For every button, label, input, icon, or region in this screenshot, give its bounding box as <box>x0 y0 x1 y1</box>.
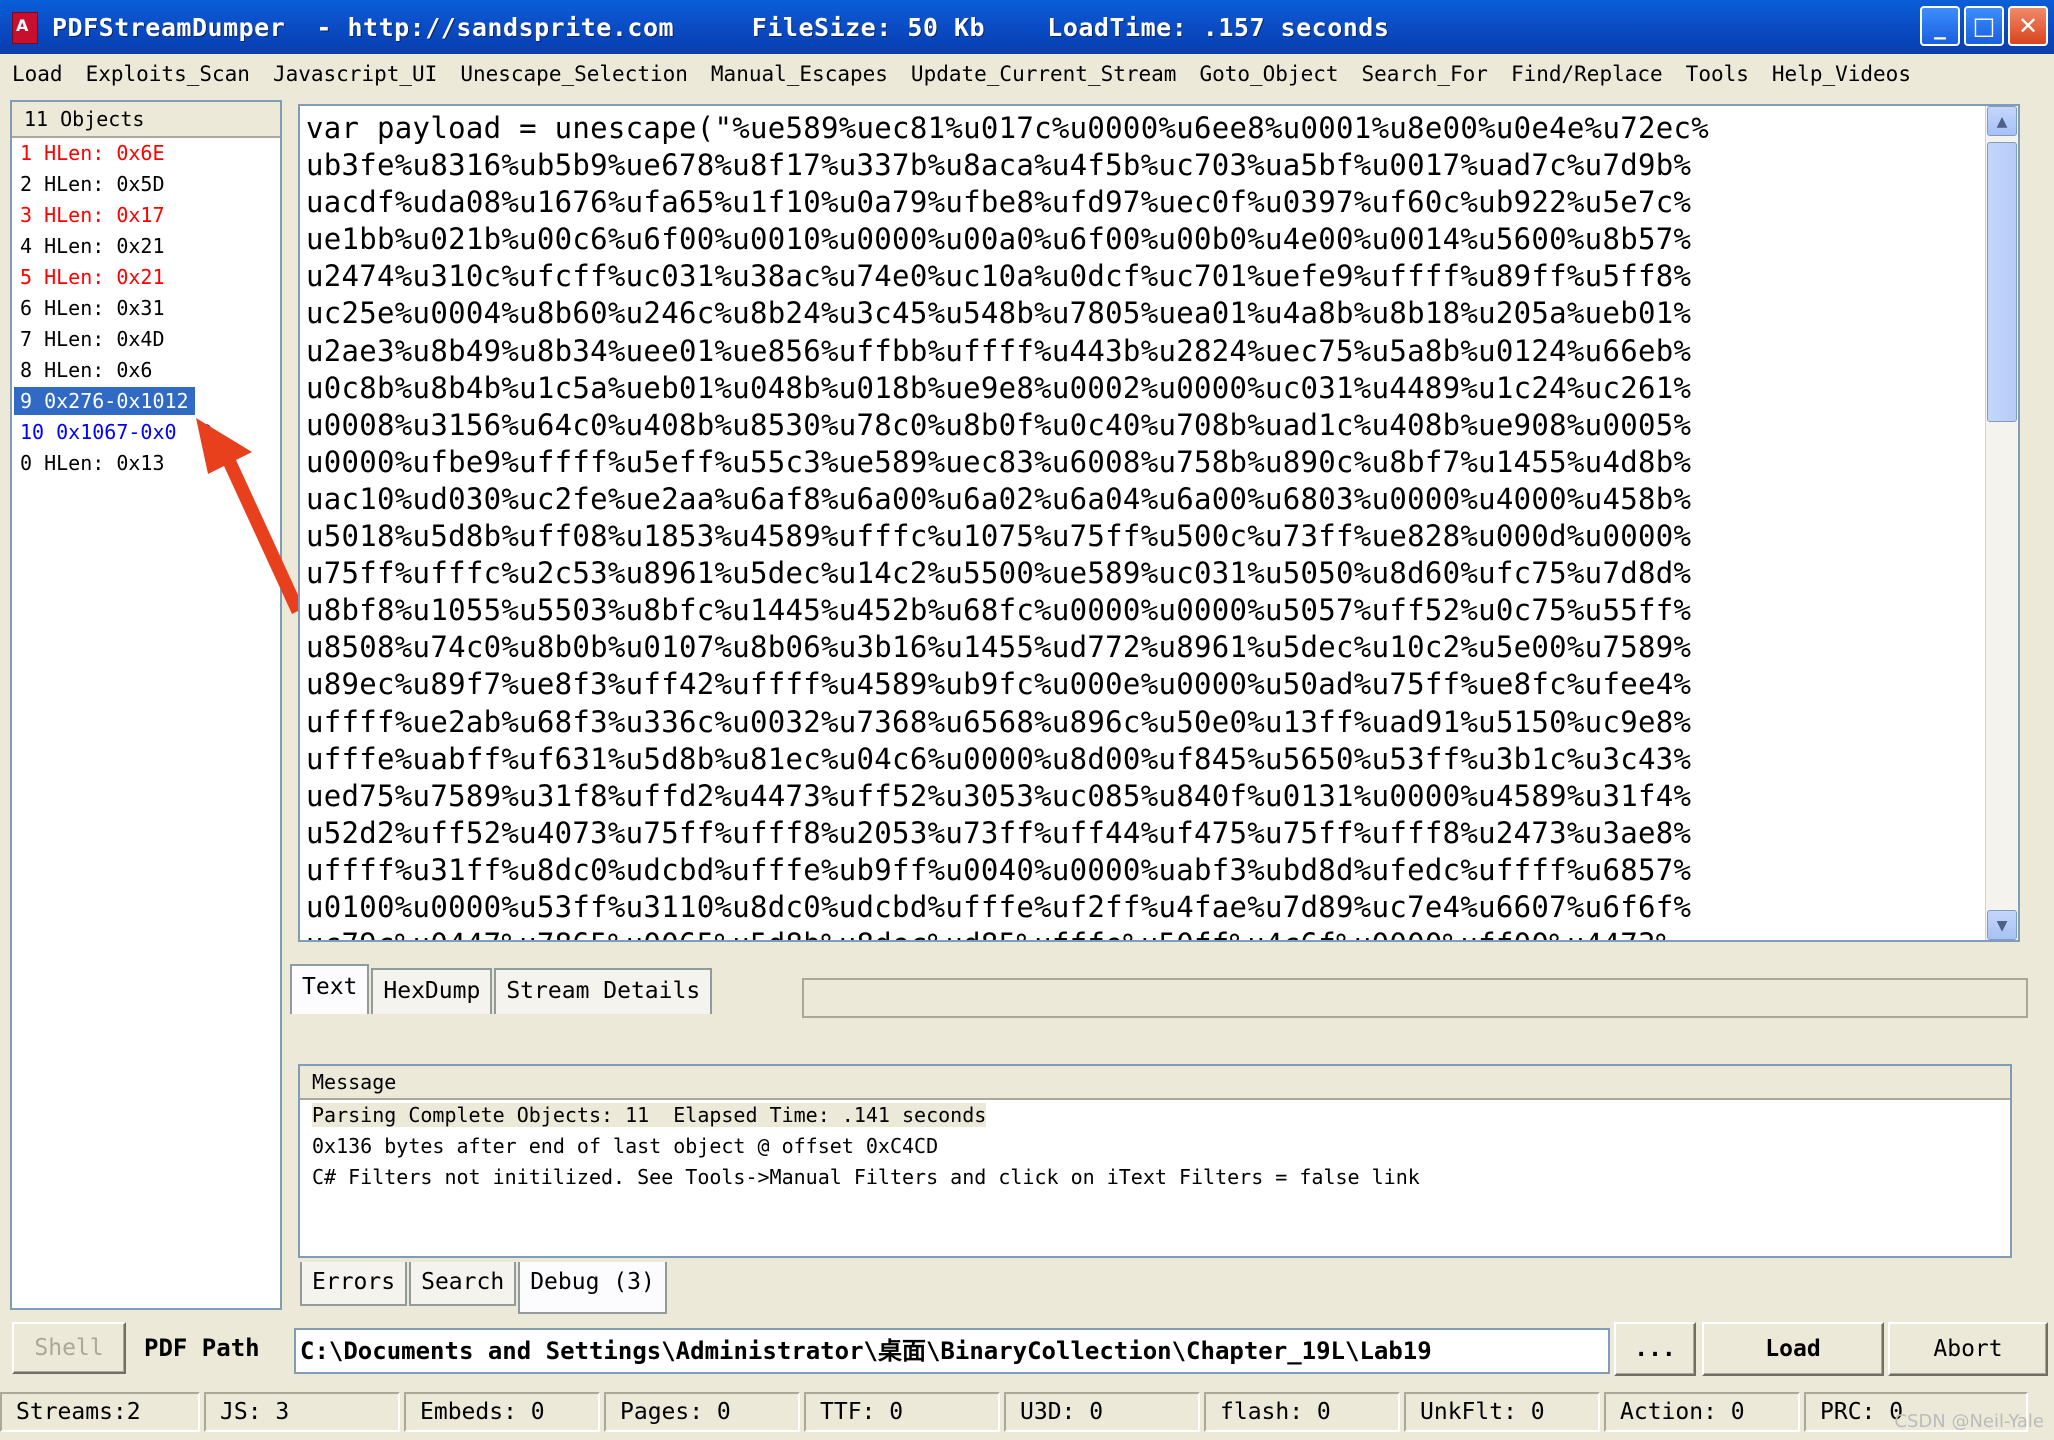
object-list-item[interactable]: 9 0x276-0x1012 <box>12 386 280 417</box>
message-panel[interactable]: Message Parsing Complete Objects: 11 Ela… <box>298 1064 2012 1258</box>
object-list-item[interactable]: 1 HLen: 0x6E <box>12 138 280 169</box>
status-streams: Streams:2 <box>0 1392 200 1432</box>
scroll-down-icon[interactable]: ▼ <box>1987 910 2017 940</box>
object-list-item[interactable]: 4 HLen: 0x21 <box>12 231 280 262</box>
status-unkflt: UnkFlt: 0 <box>1404 1392 1600 1432</box>
vertical-scrollbar[interactable]: ▲ ▼ <box>1985 106 2018 940</box>
load-button[interactable]: Load <box>1702 1322 1884 1376</box>
pdf-path-input[interactable]: C:\Documents and Settings\Administrator\… <box>294 1328 1610 1374</box>
log-tabs: Errors Search Debug (3) <box>300 1262 669 1314</box>
status-bar: Streams:2 JS: 3 Embeds: 0 Pages: 0 TTF: … <box>0 1392 2054 1432</box>
window-title: PDFStreamDumper - http://sandsprite.com … <box>52 12 1390 42</box>
code-line[interactable]: uac10%ud030%uc2fe%ue2aa%u6af8%u6a00%u6a0… <box>306 481 1984 518</box>
status-u3d: U3D: 0 <box>1004 1392 1200 1432</box>
code-line[interactable]: u0c8b%u8b4b%u1c5a%ueb01%u048b%u018b%ue9e… <box>306 370 1984 407</box>
status-pages: Pages: 0 <box>604 1392 800 1432</box>
message-line[interactable]: 0x136 bytes after end of last object @ o… <box>300 1131 2010 1162</box>
message-line[interactable]: Parsing Complete Objects: 11 Elapsed Tim… <box>300 1100 2010 1131</box>
view-tabs: Text HexDump Stream Details <box>290 964 714 1014</box>
object-list-item[interactable]: 6 HLen: 0x31 <box>12 293 280 324</box>
maximize-button[interactable]: □ <box>1964 6 2004 46</box>
browse-button[interactable]: ... <box>1614 1322 1696 1376</box>
code-content[interactable]: var payload = unescape("%ue589%uec81%u01… <box>306 110 1984 940</box>
code-line[interactable]: uacdf%uda08%u1676%ufa65%u1f10%u0a79%ufbe… <box>306 184 1984 221</box>
minimize-button[interactable]: _ <box>1920 6 1960 46</box>
tab-errors[interactable]: Errors <box>300 1262 408 1306</box>
code-line[interactable]: u8508%u74c0%u8b0b%u0107%u8b06%u3b16%u145… <box>306 629 1984 666</box>
tab-text[interactable]: Text <box>290 964 370 1014</box>
menu-tools[interactable]: Tools <box>1674 62 1760 86</box>
status-action: Action: 0 <box>1604 1392 1800 1432</box>
menu-update-current-stream[interactable]: Update_Current_Stream <box>899 62 1188 86</box>
objects-list[interactable]: 11 Objects 1 HLen: 0x6E 2 HLen: 0x5D 3 HLe… <box>10 100 282 1310</box>
tab-stream-details[interactable]: Stream Details <box>494 968 713 1014</box>
message-line[interactable]: C# Filters not initilized. See Tools->Ma… <box>300 1162 2010 1193</box>
code-line[interactable]: u52d2%uff52%u4073%u75ff%ufff8%u2053%u73f… <box>306 815 1984 852</box>
code-line[interactable]: u0100%u0000%u53ff%u3110%u8dc0%udcbd%ufff… <box>306 889 1984 926</box>
tab-debug[interactable]: Debug (3) <box>518 1262 667 1314</box>
code-line[interactable]: u0000%ufbe9%uffff%u5eff%u55c3%ue589%uec8… <box>306 444 1984 481</box>
code-line[interactable]: u8bf8%u1055%u5503%u8bfc%u1445%u452b%u68f… <box>306 592 1984 629</box>
menu-goto-object[interactable]: Goto_Object <box>1187 62 1349 86</box>
tab-hexdump[interactable]: HexDump <box>371 968 493 1014</box>
code-line[interactable]: ued75%u7589%u31f8%uffd2%u4473%uff52%u305… <box>306 778 1984 815</box>
watermark: CSDN @Neil-Yale <box>1894 1411 2044 1432</box>
menu-manual-escapes[interactable]: Manual_Escapes <box>699 62 899 86</box>
object-list-item[interactable]: 10 0x1067-0x0 D <box>12 417 280 448</box>
object-list-item[interactable]: 3 HLen: 0x17 <box>12 200 280 231</box>
code-line[interactable]: uc79c%u0447%u7865%u0065%u5d8b%u8dec%ud85… <box>306 926 1984 940</box>
menu-load[interactable]: Load <box>0 62 74 86</box>
code-line[interactable]: ufffe%uabff%uf631%u5d8b%u81ec%u04c6%u000… <box>306 741 1984 778</box>
objects-header[interactable]: 11 Objects <box>12 102 280 138</box>
menu-bar: Load Exploits_Scan Javascript_UI Unescap… <box>0 56 2054 92</box>
code-line[interactable]: u2474%u310c%ufcff%uc031%u38ac%u74e0%uc10… <box>306 258 1984 295</box>
stream-details-field <box>802 978 2028 1018</box>
pdf-path-label: PDF Path <box>144 1334 260 1362</box>
code-line[interactable]: uffff%u31ff%u8dc0%udcbd%ufffe%ub9ff%u004… <box>306 852 1984 889</box>
abort-button[interactable]: Abort <box>1888 1322 2048 1376</box>
object-list-item[interactable]: 8 HLen: 0x6 <box>12 355 280 386</box>
menu-help-videos[interactable]: Help_Videos <box>1760 62 1922 86</box>
shell-button[interactable]: Shell <box>12 1322 126 1374</box>
stream-text-editor[interactable]: var payload = unescape("%ue589%uec81%u01… <box>298 104 2020 942</box>
status-flash: flash: 0 <box>1204 1392 1400 1432</box>
object-list-item[interactable]: 0 HLen: 0x13 <box>12 448 280 479</box>
tab-search[interactable]: Search <box>409 1262 517 1306</box>
code-line[interactable]: ub3fe%u8316%ub5b9%ue678%u8f17%u337b%u8ac… <box>306 147 1984 184</box>
code-line[interactable]: u5018%u5d8b%uff08%u1853%u4589%ufffc%u107… <box>306 518 1984 555</box>
title-bar: A PDFStreamDumper - http://sandsprite.co… <box>0 0 2054 54</box>
code-line[interactable]: var payload = unescape("%ue589%uec81%u01… <box>306 110 1984 147</box>
menu-javascript-ui[interactable]: Javascript_UI <box>261 62 448 86</box>
scroll-up-icon[interactable]: ▲ <box>1987 106 2017 136</box>
status-ttf: TTF: 0 <box>804 1392 1000 1432</box>
menu-find-replace[interactable]: Find/Replace <box>1499 62 1674 86</box>
object-list-item[interactable]: 5 HLen: 0x21 <box>12 262 280 293</box>
object-list-item[interactable]: 7 HLen: 0x4D <box>12 324 280 355</box>
code-line[interactable]: u75ff%ufffc%u2c53%u8961%u5dec%u14c2%u550… <box>306 555 1984 592</box>
code-line[interactable]: uc25e%u0004%u8b60%u246c%u8b24%u3c45%u548… <box>306 295 1984 332</box>
status-js: JS: 3 <box>204 1392 400 1432</box>
message-header[interactable]: Message <box>300 1066 2010 1100</box>
pdf-app-icon: A <box>8 10 42 44</box>
menu-unescape-selection[interactable]: Unescape_Selection <box>448 62 699 86</box>
menu-exploits-scan[interactable]: Exploits_Scan <box>74 62 261 86</box>
code-line[interactable]: u2ae3%u8b49%u8b34%uee01%ue856%uffbb%ufff… <box>306 333 1984 370</box>
scroll-thumb[interactable] <box>1987 142 2017 422</box>
status-embeds: Embeds: 0 <box>404 1392 600 1432</box>
close-button[interactable]: ✕ <box>2008 6 2048 46</box>
code-line[interactable]: ue1bb%u021b%u00c6%u6f00%u0010%u0000%u00a… <box>306 221 1984 258</box>
object-list-item[interactable]: 2 HLen: 0x5D <box>12 169 280 200</box>
code-line[interactable]: u0008%u3156%u64c0%u408b%u8530%u78c0%u8b0… <box>306 407 1984 444</box>
menu-search-for[interactable]: Search_For <box>1350 62 1499 86</box>
code-line[interactable]: uffff%ue2ab%u68f3%u336c%u0032%u7368%u656… <box>306 704 1984 741</box>
code-line[interactable]: u89ec%u89f7%ue8f3%uff42%uffff%u4589%ub9f… <box>306 666 1984 703</box>
